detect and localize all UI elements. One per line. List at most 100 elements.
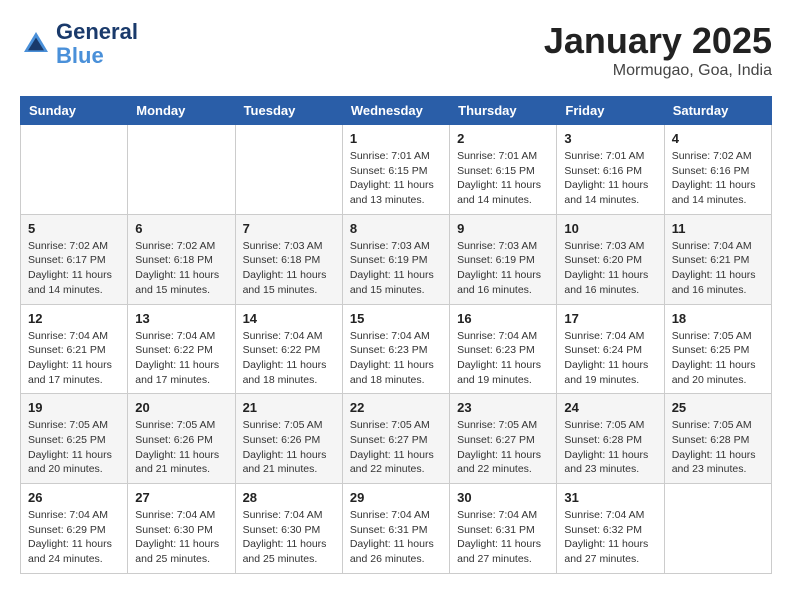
day-number: 28 bbox=[243, 490, 335, 505]
day-number: 2 bbox=[457, 131, 549, 146]
day-number: 24 bbox=[564, 400, 656, 415]
calendar-cell: 21Sunrise: 7:05 AM Sunset: 6:26 PM Dayli… bbox=[235, 394, 342, 484]
day-number: 7 bbox=[243, 221, 335, 236]
week-row-2: 5Sunrise: 7:02 AM Sunset: 6:17 PM Daylig… bbox=[21, 214, 772, 304]
calendar-cell: 6 Sunrise: 7:02 AM Sunset: 6:18 PM Daylig… bbox=[128, 214, 235, 304]
weekday-header-friday: Friday bbox=[557, 97, 664, 125]
page-header: General Blue January 2025 Mormugao, Goa,… bbox=[20, 20, 772, 80]
day-info: Sunrise: 7:05 AM Sunset: 6:25 PM Dayligh… bbox=[672, 329, 764, 388]
calendar-cell: 3 Sunrise: 7:01 AM Sunset: 6:16 PM Daylig… bbox=[557, 125, 664, 215]
day-number: 3 bbox=[564, 131, 656, 146]
calendar-cell bbox=[664, 484, 771, 574]
day-info: Sunrise: 7:05 AM Sunset: 6:27 PM Dayligh… bbox=[350, 418, 442, 477]
calendar-cell: 30Sunrise: 7:04 AM Sunset: 6:31 PM Dayli… bbox=[450, 484, 557, 574]
calendar-cell: 26Sunrise: 7:04 AM Sunset: 6:29 PM Dayli… bbox=[21, 484, 128, 574]
calendar-cell: 25 Sunrise: 7:05 AM Sunset: 6:28 PM Dayli… bbox=[664, 394, 771, 484]
day-number: 25 bbox=[672, 400, 764, 415]
day-number: 23 bbox=[457, 400, 549, 415]
day-info: Sunrise: 7:02 AM Sunset: 6:18 PM Dayligh… bbox=[135, 239, 227, 298]
calendar-cell: 4 Sunrise: 7:02 AM Sunset: 6:16 PM Daylig… bbox=[664, 125, 771, 215]
day-info: Sunrise: 7:05 AM Sunset: 6:25 PM Dayligh… bbox=[28, 418, 120, 477]
day-number: 13 bbox=[135, 311, 227, 326]
day-info: Sunrise: 7:04 AM Sunset: 6:21 PM Dayligh… bbox=[28, 329, 120, 388]
day-number: 26 bbox=[28, 490, 120, 505]
day-info: Sunrise: 7:02 AM Sunset: 6:16 PM Dayligh… bbox=[672, 149, 764, 208]
calendar-cell: 7 Sunrise: 7:03 AM Sunset: 6:18 PM Daylig… bbox=[235, 214, 342, 304]
day-number: 27 bbox=[135, 490, 227, 505]
calendar-cell: 19 Sunrise: 7:05 AM Sunset: 6:25 PM Dayli… bbox=[21, 394, 128, 484]
day-number: 5 bbox=[28, 221, 120, 236]
weekday-header-thursday: Thursday bbox=[450, 97, 557, 125]
calendar-cell: 14 Sunrise: 7:04 AM Sunset: 6:22 PM Dayli… bbox=[235, 304, 342, 394]
calendar-cell: 2 Sunrise: 7:01 AM Sunset: 6:15 PM Daylig… bbox=[450, 125, 557, 215]
week-row-3: 12 Sunrise: 7:04 AM Sunset: 6:21 PM Dayli… bbox=[21, 304, 772, 394]
day-info: Sunrise: 7:03 AM Sunset: 6:19 PM Dayligh… bbox=[350, 239, 442, 298]
day-info: Sunrise: 7:03 AM Sunset: 6:18 PM Dayligh… bbox=[243, 239, 335, 298]
day-info: Sunrise: 7:05 AM Sunset: 6:26 PM Dayligh… bbox=[135, 418, 227, 477]
day-number: 16 bbox=[457, 311, 549, 326]
day-number: 15 bbox=[350, 311, 442, 326]
calendar-cell: 13 Sunrise: 7:04 AM Sunset: 6:22 PM Dayli… bbox=[128, 304, 235, 394]
day-info: Sunrise: 7:04 AM Sunset: 6:23 PM Dayligh… bbox=[457, 329, 549, 388]
calendar-cell: 9 Sunrise: 7:03 AM Sunset: 6:19 PM Daylig… bbox=[450, 214, 557, 304]
weekday-header-saturday: Saturday bbox=[664, 97, 771, 125]
calendar-cell: 16 Sunrise: 7:04 AM Sunset: 6:23 PM Dayli… bbox=[450, 304, 557, 394]
calendar-cell: 1 Sunrise: 7:01 AM Sunset: 6:15 PM Daylig… bbox=[342, 125, 449, 215]
week-row-1: 1 Sunrise: 7:01 AM Sunset: 6:15 PM Daylig… bbox=[21, 125, 772, 215]
day-number: 17 bbox=[564, 311, 656, 326]
day-number: 21 bbox=[243, 400, 335, 415]
day-info: Sunrise: 7:04 AM Sunset: 6:32 PM Dayligh… bbox=[564, 508, 656, 567]
calendar-cell: 23 Sunrise: 7:05 AM Sunset: 6:27 PM Dayli… bbox=[450, 394, 557, 484]
day-info: Sunrise: 7:04 AM Sunset: 6:31 PM Dayligh… bbox=[350, 508, 442, 567]
day-number: 20 bbox=[135, 400, 227, 415]
calendar-cell: 12 Sunrise: 7:04 AM Sunset: 6:21 PM Dayli… bbox=[21, 304, 128, 394]
calendar-cell bbox=[235, 125, 342, 215]
day-info: Sunrise: 7:04 AM Sunset: 6:30 PM Dayligh… bbox=[243, 508, 335, 567]
calendar-cell: 27 Sunrise: 7:04 AM Sunset: 6:30 PM Dayli… bbox=[128, 484, 235, 574]
day-info: Sunrise: 7:05 AM Sunset: 6:27 PM Dayligh… bbox=[457, 418, 549, 477]
day-info: Sunrise: 7:04 AM Sunset: 6:23 PM Dayligh… bbox=[350, 329, 442, 388]
day-number: 6 bbox=[135, 221, 227, 236]
day-number: 12 bbox=[28, 311, 120, 326]
calendar-cell: 5Sunrise: 7:02 AM Sunset: 6:17 PM Daylig… bbox=[21, 214, 128, 304]
day-info: Sunrise: 7:04 AM Sunset: 6:24 PM Dayligh… bbox=[564, 329, 656, 388]
day-number: 4 bbox=[672, 131, 764, 146]
day-info: Sunrise: 7:01 AM Sunset: 6:16 PM Dayligh… bbox=[564, 149, 656, 208]
day-number: 14 bbox=[243, 311, 335, 326]
calendar-cell: 22 Sunrise: 7:05 AM Sunset: 6:27 PM Dayli… bbox=[342, 394, 449, 484]
calendar-cell: 17 Sunrise: 7:04 AM Sunset: 6:24 PM Dayli… bbox=[557, 304, 664, 394]
calendar-cell: 10Sunrise: 7:03 AM Sunset: 6:20 PM Dayli… bbox=[557, 214, 664, 304]
calendar-cell: 28 Sunrise: 7:04 AM Sunset: 6:30 PM Dayli… bbox=[235, 484, 342, 574]
calendar: SundayMondayTuesdayWednesdayThursdayFrid… bbox=[20, 96, 772, 574]
day-number: 18 bbox=[672, 311, 764, 326]
day-info: Sunrise: 7:05 AM Sunset: 6:28 PM Dayligh… bbox=[672, 418, 764, 477]
weekday-header-row: SundayMondayTuesdayWednesdayThursdayFrid… bbox=[21, 97, 772, 125]
day-number: 10 bbox=[564, 221, 656, 236]
day-info: Sunrise: 7:04 AM Sunset: 6:21 PM Dayligh… bbox=[672, 239, 764, 298]
day-info: Sunrise: 7:01 AM Sunset: 6:15 PM Dayligh… bbox=[457, 149, 549, 208]
weekday-header-sunday: Sunday bbox=[21, 97, 128, 125]
calendar-cell: 15 Sunrise: 7:04 AM Sunset: 6:23 PM Dayli… bbox=[342, 304, 449, 394]
day-number: 30 bbox=[457, 490, 549, 505]
logo-text: General Blue bbox=[56, 20, 138, 68]
weekday-header-tuesday: Tuesday bbox=[235, 97, 342, 125]
day-info: Sunrise: 7:04 AM Sunset: 6:22 PM Dayligh… bbox=[135, 329, 227, 388]
day-info: Sunrise: 7:01 AM Sunset: 6:15 PM Dayligh… bbox=[350, 149, 442, 208]
day-number: 19 bbox=[28, 400, 120, 415]
month-title: January 2025 bbox=[544, 20, 772, 62]
day-number: 9 bbox=[457, 221, 549, 236]
calendar-cell: 20 Sunrise: 7:05 AM Sunset: 6:26 PM Dayli… bbox=[128, 394, 235, 484]
day-number: 22 bbox=[350, 400, 442, 415]
day-info: Sunrise: 7:05 AM Sunset: 6:28 PM Dayligh… bbox=[564, 418, 656, 477]
weekday-header-wednesday: Wednesday bbox=[342, 97, 449, 125]
day-info: Sunrise: 7:04 AM Sunset: 6:30 PM Dayligh… bbox=[135, 508, 227, 567]
weekday-header-monday: Monday bbox=[128, 97, 235, 125]
day-number: 31 bbox=[564, 490, 656, 505]
day-info: Sunrise: 7:03 AM Sunset: 6:19 PM Dayligh… bbox=[457, 239, 549, 298]
day-number: 1 bbox=[350, 131, 442, 146]
day-number: 29 bbox=[350, 490, 442, 505]
calendar-cell: 8Sunrise: 7:03 AM Sunset: 6:19 PM Daylig… bbox=[342, 214, 449, 304]
calendar-cell: 29 Sunrise: 7:04 AM Sunset: 6:31 PM Dayli… bbox=[342, 484, 449, 574]
day-info: Sunrise: 7:04 AM Sunset: 6:22 PM Dayligh… bbox=[243, 329, 335, 388]
title-block: January 2025 Mormugao, Goa, India bbox=[544, 20, 772, 80]
